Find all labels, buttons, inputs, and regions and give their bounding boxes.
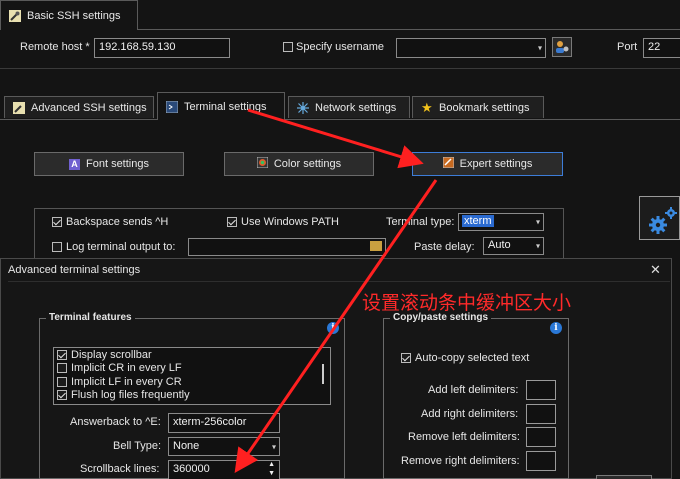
add-left-delimiters-input[interactable] — [526, 380, 556, 400]
windows-path-label: Use Windows PATH — [241, 216, 340, 228]
listbox-scrollbar[interactable] — [322, 364, 324, 384]
sub-tab-bar-line — [0, 119, 157, 120]
list-item[interactable]: Implicit CR in every LF — [54, 362, 330, 376]
remote-host-input[interactable]: 192.168.59.130 — [94, 38, 230, 58]
port-input[interactable]: 22 — [643, 38, 680, 58]
tab-advanced-ssh[interactable]: Advanced SSH settings — [4, 96, 154, 118]
answerback-label: Answerback to ^E: — [70, 416, 161, 428]
feature-label: Display scrollbar — [71, 348, 152, 361]
log-output-checkbox[interactable] — [52, 242, 62, 252]
feature-checkbox[interactable] — [57, 363, 67, 374]
dialog-close-button[interactable]: ✕ — [650, 262, 661, 278]
feature-checkbox[interactable] — [57, 376, 67, 387]
tab-basic-ssh-label: Basic SSH settings — [27, 9, 121, 22]
dialog-title: Advanced terminal settings — [8, 264, 141, 276]
add-right-delimiters-input[interactable] — [526, 404, 556, 424]
tab-advanced-ssh-label: Advanced SSH settings — [31, 101, 147, 114]
network-icon — [297, 101, 309, 114]
terminal-type-select[interactable]: xterm ▾ — [458, 213, 544, 231]
paste-delay-value: Auto — [488, 239, 511, 251]
answerback-input[interactable]: xterm-256color — [168, 413, 280, 433]
add-left-delimiters-label: Add left delimiters: — [428, 384, 519, 396]
info-icon[interactable]: i — [550, 322, 562, 334]
feature-checkbox[interactable] — [57, 349, 67, 360]
remote-host-label: Remote host * — [20, 41, 90, 53]
terminal-type-value: xterm — [462, 215, 494, 227]
autocopy-checkbox[interactable] — [401, 353, 411, 363]
scrollback-value: 360000 — [173, 463, 210, 475]
feature-checkbox[interactable] — [57, 390, 67, 401]
font-icon: A — [69, 158, 80, 170]
dialog-title-divider — [8, 281, 670, 282]
chevron-down-icon: ▾ — [537, 43, 542, 53]
info-icon[interactable]: i — [327, 322, 339, 334]
color-settings-button[interactable]: Color settings — [224, 152, 374, 176]
backspace-checkbox[interactable] — [52, 217, 62, 227]
star-icon: ★ — [421, 99, 433, 115]
scrollback-input[interactable]: 360000 ▲ ▼ — [168, 460, 280, 479]
add-right-delimiters-label: Add right delimiters: — [421, 408, 519, 420]
font-settings-label: Font settings — [86, 158, 149, 170]
list-item[interactable]: Flush log files frequently — [54, 389, 330, 403]
chevron-down-icon: ▾ — [271, 442, 276, 451]
section-divider — [0, 68, 680, 69]
terminal-icon — [165, 100, 179, 113]
tab-network-settings[interactable]: Network settings — [288, 96, 410, 118]
gear-icon — [649, 207, 677, 234]
terminal-features-title: Terminal features — [46, 312, 135, 323]
font-settings-button[interactable]: A Font settings — [34, 152, 184, 176]
settings-gear-button[interactable] — [639, 196, 680, 240]
feature-label: Implicit LF in every CR — [71, 375, 182, 388]
color-icon — [256, 156, 269, 171]
remove-right-delimiters-input[interactable] — [526, 451, 556, 471]
chevron-down-icon: ▾ — [535, 241, 540, 251]
windows-path-checkbox[interactable] — [227, 217, 237, 227]
terminal-type-label: Terminal type: — [386, 216, 455, 228]
specify-username-checkbox[interactable] — [283, 42, 293, 52]
bell-type-value: None — [173, 440, 200, 452]
port-label: Port — [617, 41, 638, 53]
specify-username-label: Specify username — [296, 41, 385, 53]
log-path-input[interactable] — [188, 238, 386, 256]
paste-delay-select[interactable]: Auto ▾ — [483, 237, 544, 255]
annotation-text: 设置滚动条中缓冲区大小 — [362, 292, 572, 314]
tab-terminal-settings-label: Terminal settings — [184, 100, 267, 113]
spin-down-icon[interactable]: ▼ — [268, 470, 275, 477]
users-icon — [556, 41, 569, 53]
features-listbox[interactable]: Display scrollbar Implicit CR in every L… — [53, 347, 331, 405]
folder-icon[interactable] — [370, 241, 382, 251]
remove-right-delimiters-label: Remove right delimiters: — [401, 455, 520, 467]
remove-left-delimiters-input[interactable] — [526, 427, 556, 447]
tab-basic-ssh[interactable]: Basic SSH settings — [0, 0, 138, 30]
paste-delay-label: Paste delay: — [414, 241, 475, 253]
list-item[interactable]: Implicit LF in every CR — [54, 375, 330, 389]
user-manager-button[interactable] — [552, 37, 572, 57]
remove-left-delimiters-label: Remove left delimiters: — [408, 431, 520, 443]
feature-label: Implicit CR in every LF — [71, 362, 182, 375]
chevron-down-icon: ▾ — [535, 217, 540, 227]
log-output-label: Log terminal output to: — [66, 241, 176, 253]
tab-bookmark-settings[interactable]: ★ Bookmark settings — [412, 96, 544, 118]
color-settings-label: Color settings — [273, 158, 342, 170]
backspace-label: Backspace sends ^H — [66, 216, 169, 228]
list-item[interactable]: Display scrollbar — [54, 348, 330, 362]
expert-icon — [442, 156, 455, 171]
username-select[interactable]: ▾ — [396, 38, 546, 58]
tab-bar-line — [138, 29, 680, 30]
autocopy-label: Auto-copy selected text — [415, 352, 530, 364]
ok-button-partial[interactable] — [596, 475, 652, 479]
tab-terminal-settings[interactable]: Terminal settings — [157, 92, 285, 120]
expert-settings-label: Expert settings — [459, 158, 533, 170]
bell-type-select[interactable]: None ▾ — [168, 437, 280, 456]
wrench-icon — [13, 101, 25, 114]
tab-network-settings-label: Network settings — [315, 101, 397, 114]
feature-label: Flush log files frequently — [71, 389, 190, 402]
scrollback-label: Scrollback lines: — [80, 463, 160, 475]
expert-settings-button[interactable]: Expert settings — [412, 152, 563, 176]
tab-bookmark-settings-label: Bookmark settings — [439, 101, 530, 114]
spin-up-icon[interactable]: ▲ — [268, 461, 275, 468]
bell-type-label: Bell Type: — [113, 440, 162, 452]
sub-tab-bar-line-right — [285, 119, 680, 120]
wrench-icon — [9, 9, 21, 22]
